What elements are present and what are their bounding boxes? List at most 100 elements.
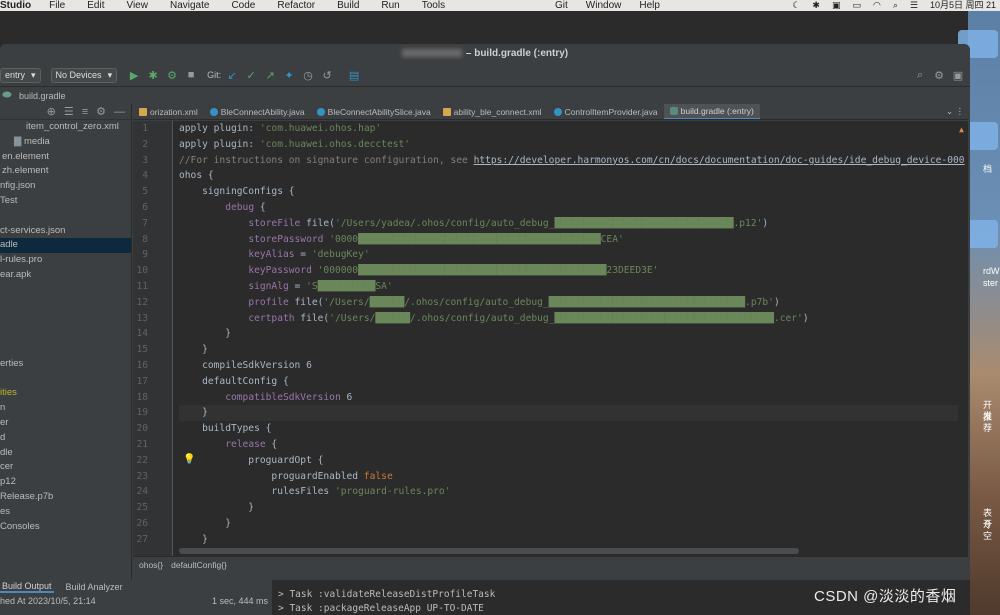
menu-git[interactable]: Git (555, 0, 568, 11)
tree-item[interactable]: ear.apk (0, 268, 131, 283)
tree-item[interactable]: ct-services.json (0, 224, 131, 239)
tree-item[interactable]: nfig.json (0, 179, 131, 194)
menu-file[interactable]: File (49, 0, 65, 11)
code-area[interactable]: apply plugin: 'com.huawei.ohos.hap' apply… (179, 121, 965, 548)
run-config-select[interactable]: entry ▾ (0, 67, 41, 83)
git-history-icon[interactable]: ◷ (301, 68, 315, 82)
tab-build-analyzer[interactable]: Build Analyzer (64, 582, 125, 592)
tree-item[interactable]: cer (0, 460, 131, 475)
stop-icon[interactable]: ■ (184, 68, 198, 82)
window-titlebar: – build.gradle (:entry) (0, 44, 970, 64)
tree-item-label: ct-services.json (0, 224, 66, 236)
editor-tab[interactable]: build.gradle (:entry) (663, 104, 760, 119)
tree-item[interactable]: Test (0, 194, 131, 209)
inspection-warning-icon[interactable]: ▲ (959, 125, 964, 134)
app-status-icon[interactable]: ▣ (832, 0, 841, 11)
menu-build[interactable]: Build (337, 0, 359, 11)
code-line: apply plugin: 'com.huawei.ohos.decctest' (179, 138, 411, 150)
window-title: – build.gradle (:entry) (465, 48, 569, 59)
code-editor[interactable]: 1 2 3 4 5 6 7 8 9 10 11 12 13 14 15 16 17 18 19 20 21 22 23 24 2… (133, 121, 968, 556)
attach-debugger-icon[interactable]: ⚙ (165, 68, 179, 82)
tree-item[interactable]: ities (0, 386, 131, 401)
git-push-icon[interactable]: ↗ (263, 68, 277, 82)
tree-item[interactable] (0, 372, 131, 387)
project-structure-icon[interactable]: ▤ (347, 68, 361, 82)
tab-build-output[interactable]: Build Output (0, 581, 54, 593)
tree-item[interactable]: zh.element (0, 164, 131, 179)
collapse-all-icon[interactable]: ≡ (82, 106, 88, 118)
search-icon[interactable]: ⌕ (913, 68, 927, 82)
tree-item[interactable]: p12 (0, 475, 131, 490)
line-number: 23 (136, 470, 148, 482)
clock[interactable]: 10月5日 周四 21 (930, 0, 996, 11)
tree-item-label: ear.apk (0, 268, 32, 280)
tree-item[interactable]: l-rules.pro (0, 253, 131, 268)
debug-icon[interactable]: ✱ (146, 68, 160, 82)
tree-item[interactable] (0, 327, 131, 342)
nav-file[interactable]: build.gradle (19, 91, 66, 101)
hide-icon[interactable]: — (114, 106, 125, 118)
tree-item[interactable]: erties (0, 357, 131, 372)
menu-run[interactable]: Run (381, 0, 399, 11)
editor-tab[interactable]: orization.xml (133, 104, 204, 119)
moon-icon[interactable]: ☾ (792, 0, 800, 11)
breadcrumb-defaultconfig[interactable]: defaultConfig{} (171, 560, 227, 570)
editor-tab[interactable]: BleConnectAbilitySlice.java (311, 104, 437, 119)
menu-window[interactable]: Window (586, 0, 622, 11)
tree-item[interactable] (0, 312, 131, 327)
project-panel-header: ⊕ ☰ ≡ ⚙ — (0, 104, 131, 120)
tree-item[interactable] (0, 209, 131, 224)
git-update-icon[interactable]: ↙ (225, 68, 239, 82)
tree-item[interactable]: ▇ media (0, 135, 131, 150)
tree-item[interactable]: en.element (0, 150, 131, 165)
rollback-icon[interactable]: ↺ (320, 68, 334, 82)
menu-help[interactable]: Help (639, 0, 660, 11)
target-icon[interactable]: ⊕ (47, 105, 56, 118)
tree-item[interactable] (0, 283, 131, 298)
build-status[interactable]: hed At 2023/10/5, 21:14 (0, 596, 96, 606)
git-commit-icon[interactable]: ✓ (244, 68, 258, 82)
tree-item-label: media (23, 135, 50, 147)
bluetooth-icon[interactable]: ✱ (812, 0, 820, 11)
tree-item[interactable]: es (0, 505, 131, 520)
git-fetch-icon[interactable]: ✦ (282, 68, 296, 82)
menu-tools[interactable]: Tools (422, 0, 445, 11)
tree-item[interactable]: Consoles (0, 520, 131, 535)
tree-item[interactable]: d (0, 431, 131, 446)
editor-tab-label: orization.xml (150, 106, 198, 117)
menu-view[interactable]: View (126, 0, 148, 11)
tree-item[interactable]: Release.p7b (0, 490, 131, 505)
tree-item[interactable] (0, 298, 131, 313)
editor-tab[interactable]: BleConnectAbility.java (204, 104, 311, 119)
battery-icon[interactable]: ▭ (852, 0, 861, 11)
gear-icon[interactable]: ⚙ (96, 105, 106, 118)
device-select[interactable]: No Devices ▾ (50, 67, 118, 83)
device-manager-icon[interactable]: ▣ (951, 68, 965, 82)
tab-overflow-icon[interactable]: ⌄ ⋮ (946, 106, 970, 117)
editor-tab[interactable]: ControlItemProvider.java (548, 104, 664, 119)
tree-item[interactable]: adle (0, 238, 131, 254)
code-line: } (179, 502, 255, 514)
tree-item[interactable]: n (0, 401, 131, 416)
breadcrumb-ohos[interactable]: ohos{} (139, 560, 163, 570)
editor-tab[interactable]: ability_ble_connect.xml (437, 104, 548, 119)
tree-item[interactable]: item_control_zero.xml (0, 120, 131, 135)
expand-all-icon[interactable]: ☰ (64, 105, 74, 118)
lightbulb-icon[interactable]: 💡 (183, 454, 195, 465)
menu-code[interactable]: Code (231, 0, 255, 11)
horizontal-scrollbar[interactable] (179, 548, 799, 554)
code-line: keyPassword '000000█████████████████████… (248, 265, 659, 277)
menu-edit[interactable]: Edit (87, 0, 104, 11)
app-menu[interactable]: Studio (0, 0, 31, 11)
tree-item[interactable]: dle (0, 446, 131, 461)
editor-tab-label: BleConnectAbility.java (220, 106, 305, 117)
menu-refactor[interactable]: Refactor (277, 0, 315, 11)
gear-icon[interactable]: ⚙ (932, 68, 946, 82)
control-center-icon[interactable]: ☰ (910, 0, 918, 11)
wifi-icon[interactable]: ◠ (873, 0, 881, 11)
tree-item[interactable] (0, 342, 131, 357)
spotlight-icon[interactable]: ⌕ (893, 0, 898, 11)
menu-navigate[interactable]: Navigate (170, 0, 209, 11)
run-icon[interactable]: ▶ (127, 68, 141, 82)
tree-item[interactable]: er (0, 416, 131, 431)
